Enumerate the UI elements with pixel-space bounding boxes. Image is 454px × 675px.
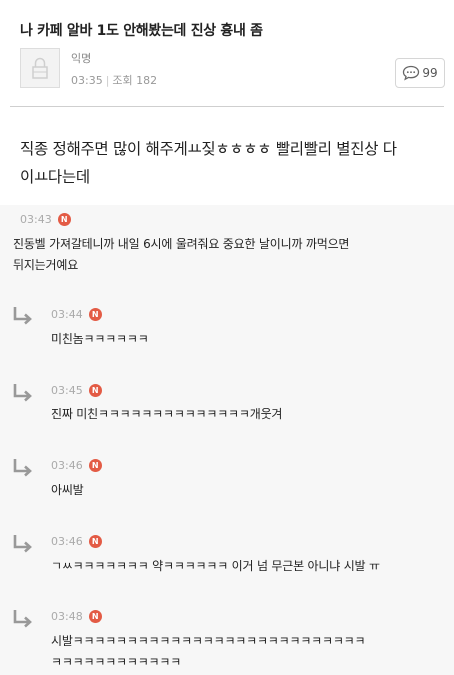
author-name[interactable]: 익명 <box>71 50 91 66</box>
header-divider <box>10 106 444 107</box>
reply-arrow-icon <box>13 535 32 553</box>
comment-meta: 03:45 N <box>51 384 102 397</box>
comment-line: 시발ㅋㅋㅋㅋㅋㅋㅋㅋㅋㅋㅋㅋㅋㅋㅋㅋㅋㅋㅋㅋㅋㅋㅋㅋㅋㅋㅋ <box>51 634 366 648</box>
view-count: 조회 182 <box>112 74 158 87</box>
comment-meta: 03:48 N <box>51 610 102 623</box>
comment-line: 진동벨 가져갈테니까 내일 6시에 울려줘요 중요한 날이니까 까먹으면 <box>13 237 350 251</box>
post-title: 나 카페 알바 1도 안해봤는데 진상 흉내 좀 <box>20 23 263 39</box>
reply-arrow-icon <box>13 459 32 477</box>
post-body: 직종 정해주면 많이 해주게ㅛ짖ㅎㅎㅎㅎ 빨리빨리 별진상 다 이ㅛ다는데 <box>20 135 440 191</box>
comment-time: 03:48 <box>51 610 83 623</box>
comment-time: 03:45 <box>51 384 83 397</box>
reply-arrow-icon <box>13 384 32 402</box>
speech-bubble-icon <box>403 65 420 81</box>
comment-meta: 03:46 N <box>51 459 102 472</box>
comment-meta: 03:44 N <box>51 308 102 321</box>
comment-meta: 03:43 N <box>20 213 71 226</box>
new-badge: N <box>88 384 102 397</box>
new-badge: N <box>88 610 102 623</box>
comment-count: 99 <box>422 66 438 80</box>
comment-text: 미친놈ㅋㅋㅋㅋㅋㅋ <box>51 332 149 346</box>
reply-arrow-icon <box>13 610 32 628</box>
comment-line: ㅋㅋㅋㅋㅋㅋㅋㅋㅋㅋㅋㅋ <box>51 655 182 669</box>
comment-text: 진짜 미친ㅋㅋㅋㅋㅋㅋㅋㅋㅋㅋㅋㅋㅋㅋ개웃겨 <box>51 407 283 421</box>
comment-meta: 03:46 N <box>51 535 102 548</box>
post-meta: 03:35 | 조회 182 <box>71 72 157 88</box>
comment-text: 아씨발 <box>51 483 84 497</box>
comment-time: 03:46 <box>51 459 83 472</box>
post-body-line: 이ㅛ다는데 <box>20 168 90 186</box>
comment-text: 시발ㅋㅋㅋㅋㅋㅋㅋㅋㅋㅋㅋㅋㅋㅋㅋㅋㅋㅋㅋㅋㅋㅋㅋㅋㅋㅋㅋ ㅋㅋㅋㅋㅋㅋㅋㅋㅋㅋ… <box>51 631 446 673</box>
new-badge: N <box>88 308 102 321</box>
comment-time: 03:44 <box>51 308 83 321</box>
comment-text: ㄱㅆㅋㅋㅋㅋㅋㅋㅋ 약ㅋㅋㅋㅋㅋㅋ 이거 넘 무근본 아니냐 시발 ㅠ <box>51 559 380 573</box>
lock-icon <box>32 57 48 79</box>
post-body-line: 직종 정해주면 많이 해주게ㅛ짖ㅎㅎㅎㅎ 빨리빨리 별진상 다 <box>20 140 397 158</box>
new-badge: N <box>88 459 102 472</box>
post-header: 나 카페 알바 1도 안해봤는데 진상 흉내 좀 익명 03:35 | 조회 182… <box>0 0 454 107</box>
comment-line: 뒤지는거예요 <box>13 258 79 272</box>
new-badge: N <box>88 535 102 548</box>
new-badge: N <box>57 213 71 226</box>
comment-count-button[interactable]: 99 <box>395 58 445 88</box>
meta-separator: | <box>105 74 110 87</box>
comment-time: 03:46 <box>51 535 83 548</box>
author-avatar[interactable] <box>20 48 60 88</box>
comment-text: 진동벨 가져갈테니까 내일 6시에 울려줘요 중요한 날이니까 까먹으면 뒤지는… <box>13 234 443 276</box>
reply-arrow-icon <box>13 307 32 325</box>
post-time: 03:35 <box>71 74 103 87</box>
comment-time: 03:43 <box>20 213 52 226</box>
